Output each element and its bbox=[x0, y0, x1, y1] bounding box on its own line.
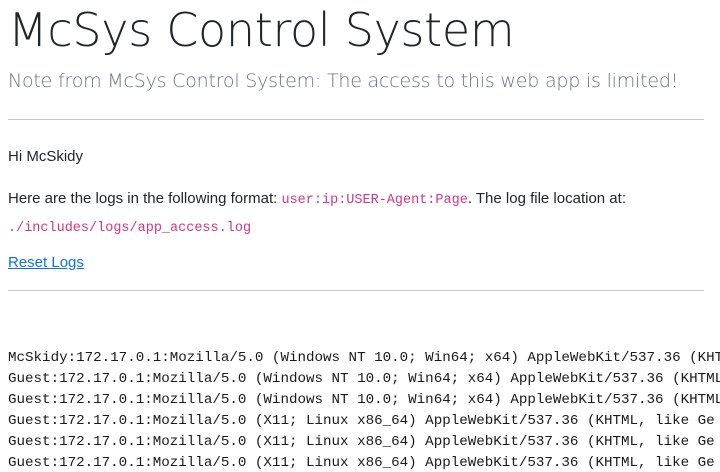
log-info-middle: . The log file location at: bbox=[467, 190, 626, 207]
log-entry: Guest:172.17.0.1:Mozilla/5.0 (X11; Linux… bbox=[8, 434, 715, 450]
log-entry: Guest:172.17.0.1:Mozilla/5.0 (X11; Linux… bbox=[8, 455, 715, 471]
log-path-code: ./includes/logs/app_access.log bbox=[8, 221, 252, 236]
page-title: McSys Control System bbox=[8, 3, 515, 57]
log-entry: Guest:172.17.0.1:Mozilla/5.0 (Windows NT… bbox=[8, 371, 720, 387]
log-list: McSkidy:172.17.0.1:Mozilla/5.0 (Windows … bbox=[8, 348, 720, 472]
log-entry: McSkidy:172.17.0.1:Mozilla/5.0 (Windows … bbox=[8, 350, 720, 366]
greeting-text: Hi McSkidy bbox=[8, 148, 84, 165]
log-info-text: Here are the logs in the following forma… bbox=[8, 186, 708, 242]
divider-bottom bbox=[8, 290, 704, 291]
access-note: Note from McSys Control System: The acce… bbox=[8, 70, 679, 92]
log-entry: Guest:172.17.0.1:Mozilla/5.0 (X11; Linux… bbox=[8, 413, 715, 429]
divider-top bbox=[8, 119, 704, 120]
page: McSys Control System Note from McSys Con… bbox=[0, 0, 720, 472]
log-entry: Guest:172.17.0.1:Mozilla/5.0 (Windows NT… bbox=[8, 392, 720, 408]
log-info-prefix: Here are the logs in the following forma… bbox=[8, 190, 282, 207]
log-format-code: user:ip:USER-Agent:Page bbox=[281, 193, 468, 208]
reset-logs-link[interactable]: Reset Logs bbox=[8, 252, 84, 274]
